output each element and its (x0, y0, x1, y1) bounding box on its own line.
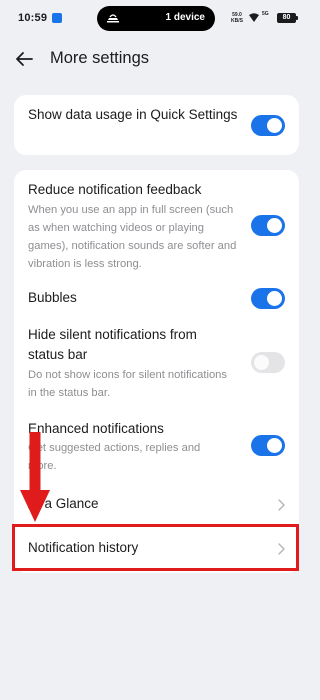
net-speed-unit: KB/S (231, 18, 243, 24)
wifi-icon (249, 13, 259, 22)
more-settings-screen: 10:59 1 device 59.0 KB/S 5G 80 More sett… (0, 0, 313, 700)
row-title: Enhanced notifications (28, 421, 164, 436)
bubbles-row[interactable]: Bubbles (14, 280, 299, 316)
row-title: Hide silent notifications from status ba… (28, 327, 197, 362)
toggle-knob (254, 355, 269, 370)
toggle-knob (267, 218, 282, 233)
status-time: 10:59 (18, 12, 48, 24)
reduce-notification-feedback-toggle[interactable] (251, 215, 285, 236)
island-device-count: 1 device (165, 12, 205, 23)
toggle-knob (267, 291, 282, 306)
dynamic-island[interactable]: 1 device (97, 6, 215, 31)
enhanced-notifications-row[interactable]: Enhanced notifications Get suggested act… (14, 415, 299, 477)
show-data-usage-row[interactable]: Show data usage in Quick Settings (14, 95, 299, 155)
at-a-glance-row[interactable]: At a Glance (14, 485, 299, 525)
row-title: Reduce notification feedback (28, 182, 202, 197)
app-header: More settings (0, 42, 313, 76)
page-title: More settings (50, 49, 150, 67)
row-title: Show data usage in Quick Settings (28, 107, 238, 122)
bubbles-toggle[interactable] (251, 288, 285, 309)
toggle-knob (267, 438, 282, 453)
connected-device-icon (107, 14, 119, 23)
battery-level: 80 (282, 14, 291, 21)
quick-settings-card: Show data usage in Quick Settings (14, 95, 299, 155)
signal-label: 5G (262, 11, 269, 17)
back-arrow-icon[interactable] (10, 45, 38, 73)
show-data-usage-toggle[interactable] (251, 115, 285, 136)
annotation-down-arrow-icon (20, 432, 50, 522)
notification-history-highlight (12, 524, 299, 571)
notification-settings-card: Reduce notification feedback When you us… (14, 170, 299, 573)
row-description: Get suggested actions, replies and more. (28, 442, 201, 472)
reduce-notification-feedback-row[interactable]: Reduce notification feedback When you us… (14, 170, 299, 277)
status-bar: 10:59 1 device 59.0 KB/S 5G 80 (0, 0, 313, 36)
hide-silent-notifications-toggle[interactable] (251, 352, 285, 373)
row-description: Do not show icons for silent notificatio… (28, 369, 227, 399)
row-description: When you use an app in full screen (such… (28, 204, 237, 270)
hide-silent-notifications-row[interactable]: Hide silent notifications from status ba… (14, 320, 299, 406)
enhanced-notifications-toggle[interactable] (251, 435, 285, 456)
row-title: Bubbles (28, 290, 77, 305)
toggle-knob (267, 118, 282, 133)
notification-app-icon (52, 13, 62, 23)
chevron-right-icon (278, 499, 285, 511)
network-speed: 59.0 KB/S (231, 12, 243, 24)
row-title: At a Glance (28, 496, 99, 511)
battery-icon: 80 (277, 13, 298, 23)
